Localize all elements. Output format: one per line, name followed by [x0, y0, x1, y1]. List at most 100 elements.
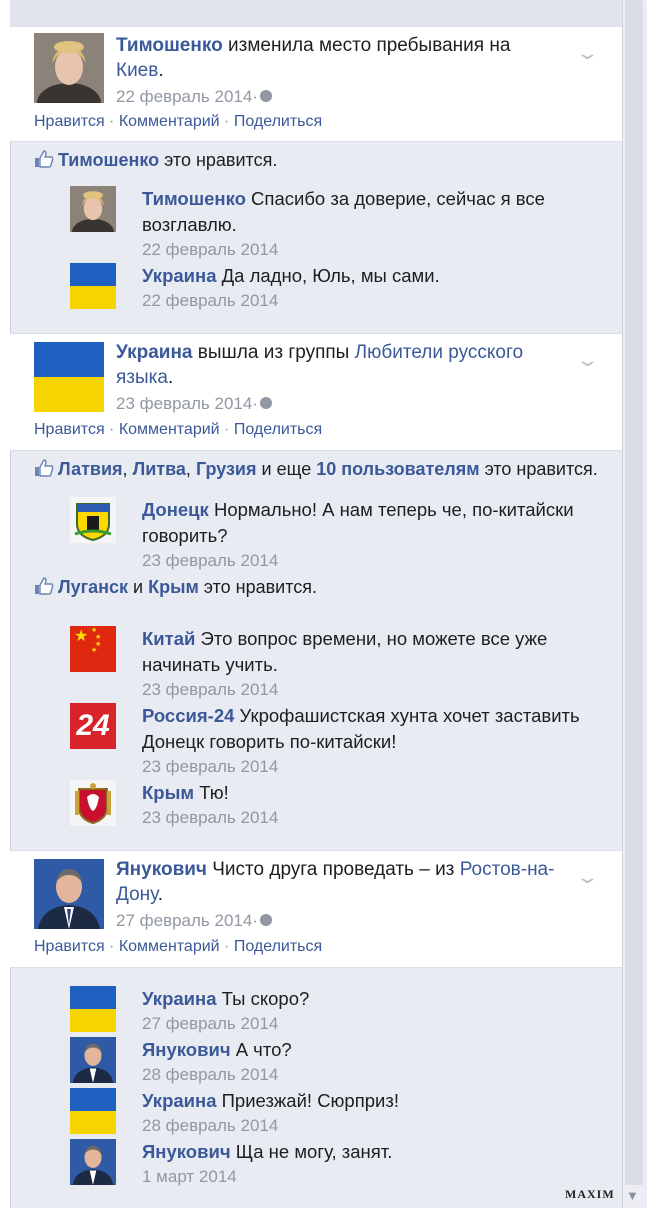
comment-author[interactable]: Украина [142, 988, 217, 1009]
comment: Украина Приезжай! Сюрприз! 28 февраль 20… [70, 1088, 610, 1138]
yanukovych-avatar[interactable] [34, 859, 104, 929]
comment-date[interactable]: 23 февраль 2014 [142, 757, 278, 777]
comment-text: Тимошенко Спасибо за доверие, сейчас я в… [142, 188, 545, 235]
post-date[interactable]: 23 февраль 2014· [116, 394, 273, 414]
likes-summary: Луганск и Крым это нравится. [34, 577, 317, 598]
liker-name[interactable]: Грузия [196, 459, 257, 479]
maxim-watermark: MAXIM [565, 1187, 615, 1201]
comment: Янукович А что? 28 февраль 2014 [70, 1037, 610, 1087]
globe-icon [260, 397, 273, 409]
thumbs-up-icon [34, 459, 54, 477]
post-author[interactable]: Янукович [116, 859, 207, 880]
like-link[interactable]: Нравится [34, 938, 105, 955]
china-flag-avatar[interactable]: ★ ★ ★ ★ ★ [70, 626, 116, 672]
status-post: Украина вышла из группы Любители русског… [10, 333, 622, 451]
thumbs-up-icon [34, 577, 54, 595]
post-actions: Нравится · Комментарий · Поделиться [34, 938, 323, 955]
share-link[interactable]: Поделиться [234, 421, 322, 438]
post-text: Янукович Чисто друга проведать – из Рост… [116, 859, 555, 905]
comment-text: Китай Это вопрос времени, но можете все … [142, 628, 548, 675]
post-author[interactable]: Тимошенко [116, 35, 223, 56]
status-post: Тимошенко изменила место пребывания на К… [10, 26, 622, 142]
ukraine-flag-avatar[interactable] [70, 263, 116, 309]
comment-author[interactable]: Тимошенко [142, 188, 246, 209]
comment: Янукович Ща не могу, занят. 1 март 2014 [70, 1139, 610, 1189]
globe-icon [260, 914, 273, 926]
ukraine-flag-avatar[interactable] [70, 1088, 116, 1134]
liker-name[interactable]: Литва [133, 459, 186, 479]
comment-author[interactable]: Китай [142, 628, 195, 649]
post-text: Украина вышла из группы Любители русског… [116, 342, 524, 388]
chevron-down-icon[interactable]: ⌄ [575, 867, 599, 888]
likes-summary: Латвия, Литва, Грузия и еще 10 пользоват… [34, 459, 598, 480]
comment-date[interactable]: 1 март 2014 [142, 1167, 237, 1187]
place-link[interactable]: Киев [116, 60, 158, 81]
comment: 24 Россия-24 Укрофашистская хунта хочет … [70, 703, 610, 781]
comment-date[interactable]: 23 февраль 2014 [142, 808, 278, 828]
comment-date[interactable]: 28 февраль 2014 [142, 1116, 278, 1136]
chevron-down-icon[interactable]: ⌄ [575, 350, 599, 371]
comment-date[interactable]: 27 февраль 2014 [142, 1014, 278, 1034]
liker-name[interactable]: Луганск [58, 577, 128, 597]
liker-name[interactable]: Тимошенко [58, 150, 159, 170]
post-date[interactable]: 27 февраль 2014· [116, 911, 273, 931]
post-actions: Нравится · Комментарий · Поделиться [34, 421, 323, 438]
yanukovych-avatar[interactable] [70, 1037, 116, 1083]
liker-name[interactable]: Крым [148, 577, 199, 597]
comment-text: Украина Да ладно, Юль, мы сами. [142, 265, 440, 286]
scroll-down-arrow-icon[interactable]: ▼ [626, 1188, 639, 1203]
comment-link[interactable]: Комментарий [119, 113, 220, 130]
post-date[interactable]: 22 февраль 2014· [116, 87, 273, 107]
comment: ★ ★ ★ ★ ★ Китай Это вопрос времени, но м… [70, 626, 610, 704]
status-post: Янукович Чисто друга проведать – из Рост… [10, 850, 622, 968]
comment-link[interactable]: Комментарий [119, 421, 220, 438]
comment-author[interactable]: Янукович [142, 1039, 231, 1060]
ukraine-flag-avatar[interactable] [70, 986, 116, 1032]
share-link[interactable]: Поделиться [234, 113, 322, 130]
comment-link[interactable]: Комментарий [119, 938, 220, 955]
comment-date[interactable]: 22 февраль 2014 [142, 240, 278, 260]
thumbs-up-icon [34, 150, 54, 168]
comment-text: Донецк Нормально! А нам теперь че, по-ки… [142, 499, 574, 546]
post-author[interactable]: Украина [116, 342, 193, 363]
globe-icon [260, 90, 273, 102]
comment-text: Крым Тю! [142, 782, 229, 803]
post-text: Тимошенко изменила место пребывания на К… [116, 35, 511, 81]
share-link[interactable]: Поделиться [234, 938, 322, 955]
comment-author[interactable]: Донецк [142, 499, 209, 520]
comment-author[interactable]: Украина [142, 1090, 217, 1111]
like-link[interactable]: Нравится [34, 421, 105, 438]
comment-author[interactable]: Янукович [142, 1141, 231, 1162]
comment: Крым Тю! 23 февраль 2014 [70, 780, 610, 832]
likes-summary: Тимошенко это нравится. [34, 150, 277, 171]
comment-date[interactable]: 23 февраль 2014 [142, 680, 278, 700]
tymoshenko-avatar[interactable] [34, 33, 104, 103]
comment-date[interactable]: 22 февраль 2014 [142, 291, 278, 311]
comment-text: Украина Ты скоро? [142, 988, 310, 1009]
comment-text: Янукович Ща не могу, занят. [142, 1141, 393, 1162]
comment-date[interactable]: 23 февраль 2014 [142, 551, 278, 571]
crimea-coat-of-arms-avatar[interactable] [70, 780, 116, 826]
comment: Тимошенко Спасибо за доверие, сейчас я в… [70, 186, 610, 264]
liker-name[interactable]: Латвия [58, 459, 123, 479]
comment-date[interactable]: 28 февраль 2014 [142, 1065, 278, 1085]
top-strip [10, 0, 622, 26]
comment-text: Янукович А что? [142, 1039, 292, 1060]
post-actions: Нравится · Комментарий · Поделиться [34, 113, 323, 130]
like-link[interactable]: Нравится [34, 113, 105, 130]
russia-24-logo-avatar[interactable]: 24 [70, 703, 116, 749]
ukraine-flag-avatar[interactable] [34, 342, 104, 412]
comment: Украина Да ладно, Юль, мы сами. 22 февра… [70, 263, 610, 313]
comment: Украина Ты скоро? 27 февраль 2014 [70, 986, 610, 1036]
comment-author[interactable]: Крым [142, 782, 194, 803]
yanukovych-avatar[interactable] [70, 1139, 116, 1185]
comment-author[interactable]: Украина [142, 265, 217, 286]
comment-author[interactable]: Россия-24 [142, 705, 234, 726]
donetsk-coat-of-arms-avatar[interactable] [70, 497, 116, 543]
comment-text: Украина Приезжай! Сюрприз! [142, 1090, 399, 1111]
more-likers-link[interactable]: 10 пользователям [316, 459, 479, 479]
comment-text: Россия-24 Укрофашистская хунта хочет зас… [142, 705, 580, 752]
scrollbar-thumb[interactable] [625, 0, 643, 1185]
tymoshenko-avatar[interactable] [70, 186, 116, 232]
chevron-down-icon[interactable]: ⌄ [575, 43, 599, 64]
